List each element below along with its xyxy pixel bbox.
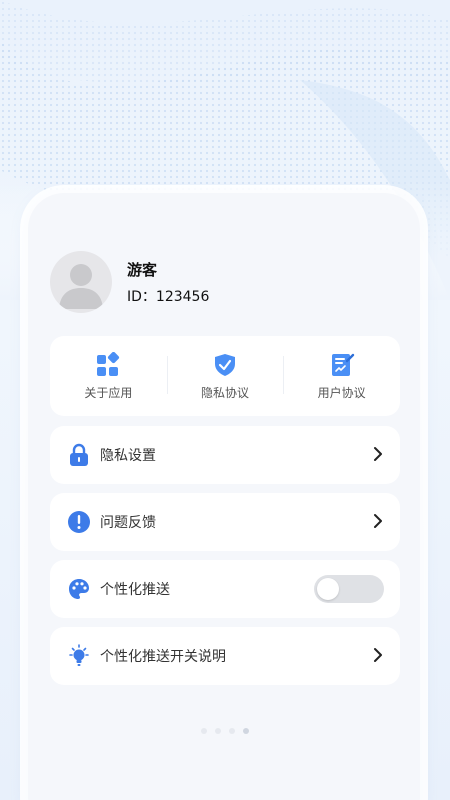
privacy-settings-row[interactable]: 隐私设置: [50, 426, 400, 484]
privacy-agreement-label: 隐私协议: [201, 385, 250, 400]
page-dot: [229, 728, 235, 734]
exclamation-icon: [68, 511, 90, 533]
quick-actions: 关于应用 隐私协议 用户协议: [50, 336, 400, 416]
user-agreement-label: 用户协议: [317, 385, 366, 400]
avatar[interactable]: [50, 251, 112, 313]
document-sign-icon: [331, 353, 354, 376]
feedback-row[interactable]: 问题反馈: [50, 493, 400, 551]
toggle-knob: [317, 578, 339, 600]
chevron-right-icon: [374, 648, 382, 662]
chevron-right-icon: [374, 447, 382, 461]
profile-card: 游客 ID：123456 关于应用 隐私协议 用户协议 隐私设置 问题反馈 个性…: [28, 193, 420, 800]
grid-apps-icon: [97, 351, 120, 376]
page-dot: [215, 728, 221, 734]
privacy-settings-label: 隐私设置: [100, 448, 156, 464]
about-app-label: 关于应用: [84, 385, 133, 400]
lock-icon: [70, 443, 88, 466]
privacy-agreement-button[interactable]: 隐私协议: [166, 336, 284, 416]
personalized-push-toggle[interactable]: [314, 575, 384, 603]
page-indicator: [201, 728, 249, 734]
shield-check-icon: [215, 353, 235, 376]
user-id: ID：123456: [127, 289, 210, 305]
personalized-push-label: 个性化推送: [100, 582, 170, 598]
push-explanation-label: 个性化推送开关说明: [100, 649, 226, 665]
personalized-push-row: 个性化推送: [50, 560, 400, 618]
page-dot: [201, 728, 207, 734]
user-silhouette-icon: [59, 264, 103, 309]
username: 游客: [127, 261, 158, 279]
lightbulb-icon: [69, 644, 89, 666]
page-dot-active: [243, 728, 249, 734]
chevron-right-icon: [374, 514, 382, 528]
screen: 游客 ID：123456 关于应用 隐私协议 用户协议 隐私设置 问题反馈 个性…: [0, 0, 450, 800]
user-agreement-button[interactable]: 用户协议: [283, 336, 400, 416]
about-app-button[interactable]: 关于应用: [50, 336, 167, 416]
feedback-label: 问题反馈: [100, 515, 156, 531]
palette-icon: [69, 579, 89, 599]
push-explanation-row[interactable]: 个性化推送开关说明: [50, 627, 400, 685]
